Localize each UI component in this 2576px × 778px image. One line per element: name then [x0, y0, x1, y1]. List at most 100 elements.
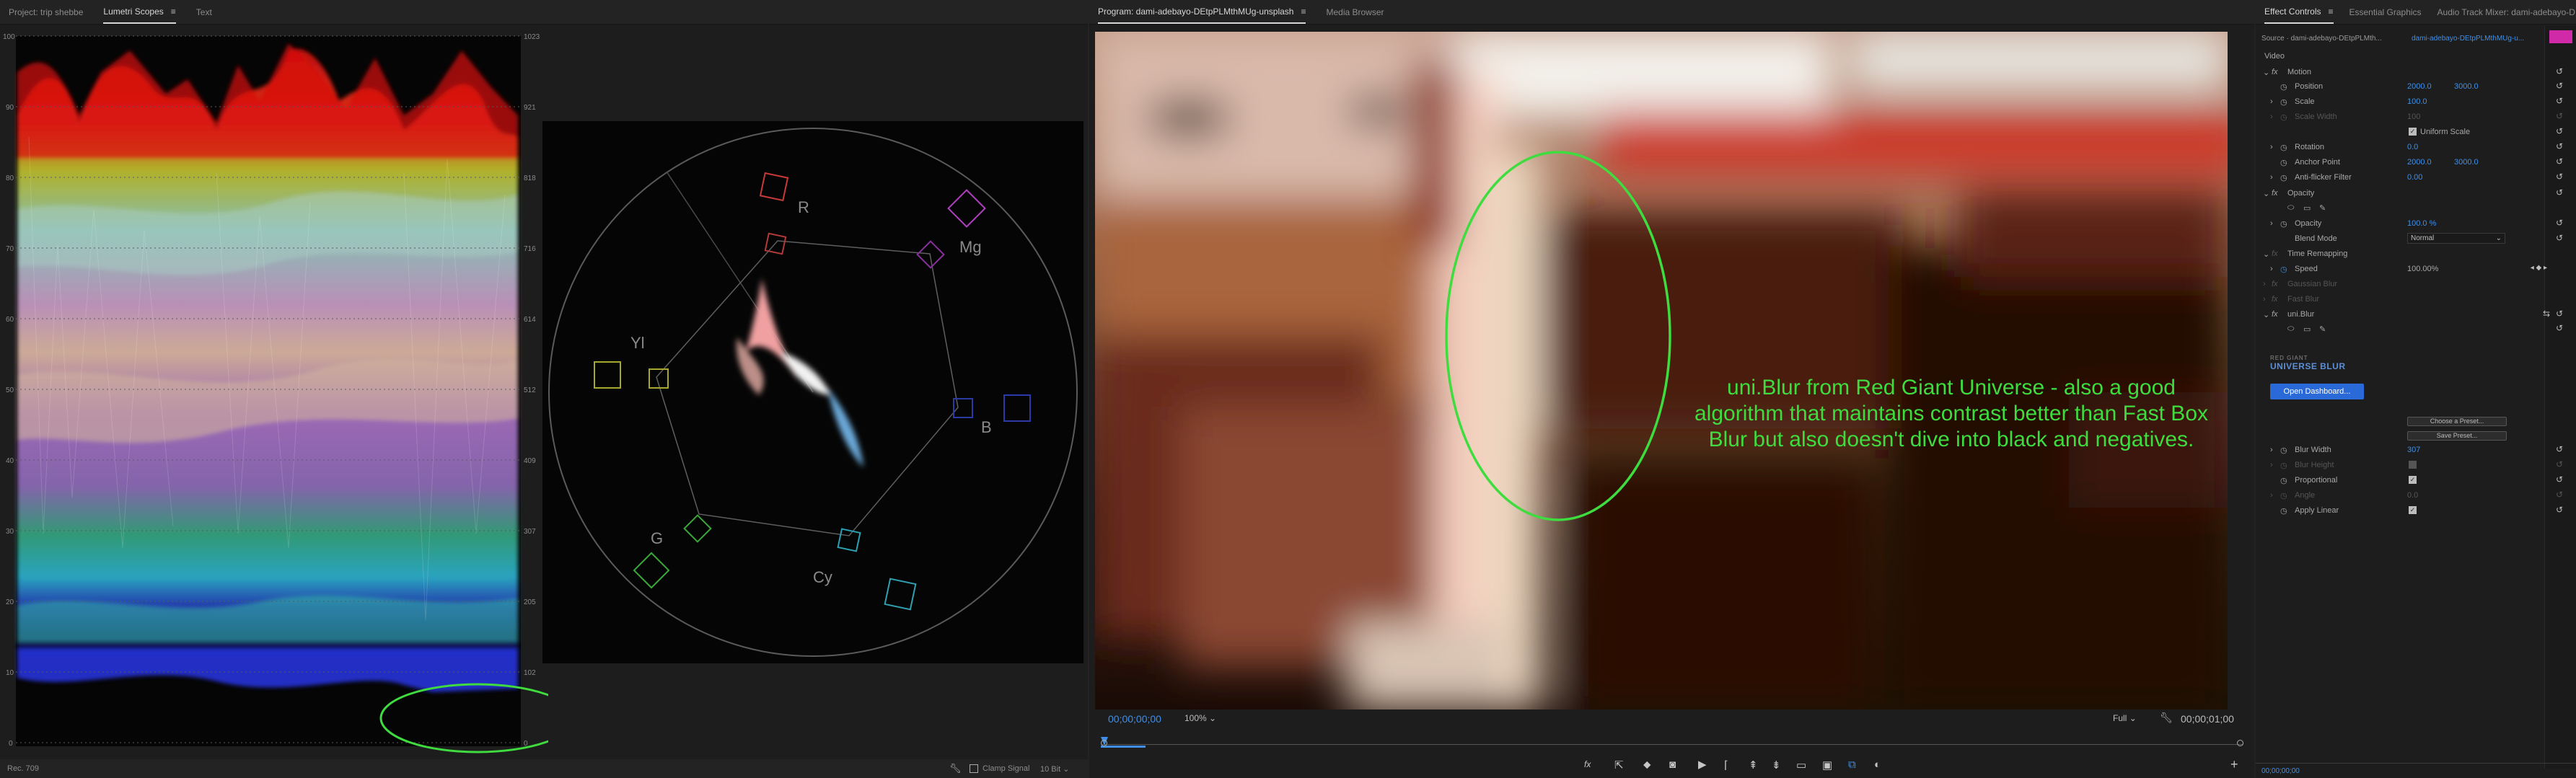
add-marker-icon[interactable]: ⬥ — [1643, 759, 1651, 771]
blur-width-value[interactable]: 307 — [2407, 446, 2420, 454]
blend-mode-dropdown[interactable]: Normal ⌄ — [2407, 233, 2505, 244]
tab-text[interactable]: Text — [196, 0, 212, 24]
chevron-right-icon[interactable]: › — [2263, 280, 2266, 288]
safe-margins-icon[interactable]: ▣ — [1822, 759, 1832, 772]
bit-depth-dropdown[interactable]: 10 Bit ⌄ — [1040, 764, 1069, 774]
stopwatch-icon[interactable]: ◷ — [2280, 219, 2287, 229]
clamp-signal-checkbox[interactable] — [970, 764, 978, 773]
mark-in-icon[interactable]: ⌈ — [1724, 759, 1728, 772]
apply-linear-checkbox[interactable]: ✓ — [2409, 506, 2417, 514]
panel-menu-icon[interactable]: ≡ — [1301, 6, 1306, 17]
scale-value[interactable]: 100.0 — [2407, 97, 2427, 106]
chevron-right-icon[interactable]: › — [2263, 295, 2266, 304]
resolution-dropdown[interactable]: Full ⌄ — [2113, 713, 2137, 723]
chevron-icon[interactable]: ⌄ — [2263, 189, 2269, 198]
choose-preset-button[interactable]: Choose a Preset... — [2407, 417, 2507, 426]
open-dashboard-button[interactable]: Open Dashboard... — [2270, 384, 2364, 399]
chevron-right-icon[interactable]: › — [2270, 143, 2273, 151]
vr-video-icon[interactable]: ◐ — [1874, 759, 1881, 771]
anchor-y-value[interactable]: 3000.0 — [2454, 158, 2479, 167]
reset-icon[interactable]: ↺ — [2556, 96, 2563, 106]
tab-project[interactable]: Project: trip shebbe — [9, 0, 83, 24]
rect-mask-icon[interactable]: ▭ — [2303, 203, 2311, 213]
pen-mask-icon[interactable]: ✎ — [2319, 203, 2326, 213]
stopwatch-icon[interactable]: ◷ — [2280, 265, 2287, 274]
reset-icon[interactable]: ↺ — [2556, 309, 2563, 319]
ec-footer-timecode[interactable]: 00;00;00;00 — [2261, 767, 2300, 775]
chevron-right-icon[interactable]: › — [2270, 265, 2273, 273]
reset-icon[interactable]: ↺ — [2556, 187, 2563, 198]
tab-program[interactable]: Program: dami-adebayo-DEtpPLMthMUg-unspl… — [1098, 0, 1306, 24]
source-dropdown[interactable]: Source · dami-adebayo-DEtpPLMth... — [2261, 35, 2382, 43]
chevron-icon[interactable]: ⌄ — [2263, 249, 2269, 259]
save-preset-button[interactable]: Save Preset... — [2407, 431, 2507, 441]
chevron-icon[interactable]: ⌄ — [2263, 310, 2269, 319]
rotation-value[interactable]: 0.0 — [2407, 143, 2418, 151]
camera-icon[interactable]: ◙ — [1669, 759, 1676, 771]
stopwatch-icon[interactable]: ◷ — [2280, 158, 2287, 167]
stopwatch-icon[interactable]: ◷ — [2280, 173, 2287, 182]
fx-toggle-icon[interactable]: fx — [1584, 759, 1591, 769]
chevron-right-icon[interactable]: › — [2270, 97, 2273, 106]
stopwatch-icon[interactable]: ◷ — [2280, 97, 2287, 107]
fx-icon[interactable]: fx — [2272, 280, 2278, 288]
reset-icon[interactable]: ↺ — [2556, 172, 2563, 182]
reset-icon[interactable]: ↺ — [2556, 233, 2563, 243]
panel-menu-icon[interactable]: ≡ — [2328, 6, 2333, 17]
settings-wrench-icon[interactable]: 🔧︎ — [2160, 712, 2173, 724]
opacity-value[interactable]: 100.0 % — [2407, 219, 2436, 228]
reset-icon[interactable]: ↺ — [2556, 81, 2563, 91]
ec-gaussian-blur-row[interactable]: › fx Gaussian Blur — [2256, 277, 2576, 291]
export-frame-icon[interactable]: ⇱ — [1614, 759, 1624, 772]
speed-value[interactable]: 100.00% — [2407, 265, 2438, 273]
wrench-icon[interactable]: 🔧︎ — [949, 763, 962, 774]
effect-link-icon[interactable]: ⇆ — [2543, 309, 2550, 319]
proportional-checkbox[interactable]: ✓ — [2409, 476, 2417, 484]
rect-mask-icon[interactable]: ▭ — [2303, 324, 2311, 334]
reset-icon[interactable]: ↺ — [2556, 218, 2563, 228]
keyframe-nav[interactable]: ◂ ◆ ▸ — [2531, 264, 2547, 272]
uniform-scale-checkbox[interactable]: ✓ — [2409, 128, 2417, 136]
panel-menu-icon[interactable]: ≡ — [171, 6, 176, 17]
tab-effect-controls[interactable]: Effect Controls ≡ — [2264, 0, 2334, 24]
position-y-value[interactable]: 3000.0 — [2454, 82, 2479, 91]
reset-icon[interactable]: ↺ — [2556, 323, 2563, 333]
position-x-value[interactable]: 2000.0 — [2407, 82, 2432, 91]
ec-time-remap-row[interactable]: ⌄ fx Time Remapping — [2256, 247, 2576, 261]
fx-icon[interactable]: fx — [2272, 310, 2278, 319]
chevron-icon[interactable]: ⌄ — [2263, 68, 2269, 77]
out-point-marker[interactable] — [2237, 740, 2243, 746]
chevron-right-icon[interactable]: › — [2270, 173, 2273, 182]
add-button-icon[interactable]: + — [2230, 757, 2238, 772]
play-button[interactable]: ▶ — [1698, 758, 1707, 771]
ec-fast-blur-row[interactable]: › fx Fast Blur — [2256, 292, 2576, 306]
stopwatch-icon[interactable]: ◷ — [2280, 446, 2287, 455]
tab-media-browser[interactable]: Media Browser — [1326, 0, 1384, 24]
stopwatch-icon[interactable]: ◷ — [2280, 82, 2287, 92]
ec-motion-row[interactable]: ⌄ fx Motion ↺ — [2256, 65, 2576, 79]
current-timecode[interactable]: 00;00;00;00 — [1108, 713, 1161, 725]
chevron-right-icon[interactable]: › — [2270, 446, 2273, 454]
reset-icon[interactable]: ↺ — [2556, 141, 2563, 151]
stopwatch-icon[interactable]: ◷ — [2280, 506, 2287, 516]
reset-icon[interactable]: ↺ — [2556, 66, 2563, 76]
sequence-link[interactable]: dami-adebayo-DEtpPLMthMUg-u... — [2412, 35, 2524, 43]
antiflicker-value[interactable]: 0.00 — [2407, 173, 2422, 182]
chevron-right-icon[interactable]: › — [2270, 219, 2273, 228]
reset-icon[interactable]: ↺ — [2556, 444, 2563, 454]
stopwatch-icon[interactable]: ◷ — [2280, 476, 2287, 485]
reset-icon[interactable]: ↺ — [2556, 156, 2563, 167]
tab-lumetri-scopes[interactable]: Lumetri Scopes ≡ — [103, 0, 176, 24]
zoom-dropdown[interactable]: 100% ⌄ — [1184, 713, 1216, 723]
reset-icon[interactable]: ↺ — [2556, 474, 2563, 485]
extract-icon[interactable]: ⇟ — [1772, 759, 1781, 772]
ellipse-mask-icon[interactable]: ⬭ — [2287, 324, 2294, 334]
reset-icon[interactable]: ↺ — [2556, 126, 2563, 136]
in-point-marker[interactable] — [1101, 740, 1107, 746]
ellipse-mask-icon[interactable]: ⬭ — [2287, 203, 2294, 213]
tab-audio-track-mixer[interactable]: Audio Track Mixer: dami-adebayo-DE — [2437, 0, 2576, 24]
time-ruler[interactable] — [1101, 735, 2243, 750]
pen-mask-icon[interactable]: ✎ — [2319, 324, 2326, 334]
lift-icon[interactable]: ⇞ — [1749, 759, 1758, 772]
reset-icon[interactable]: ↺ — [2556, 505, 2563, 515]
